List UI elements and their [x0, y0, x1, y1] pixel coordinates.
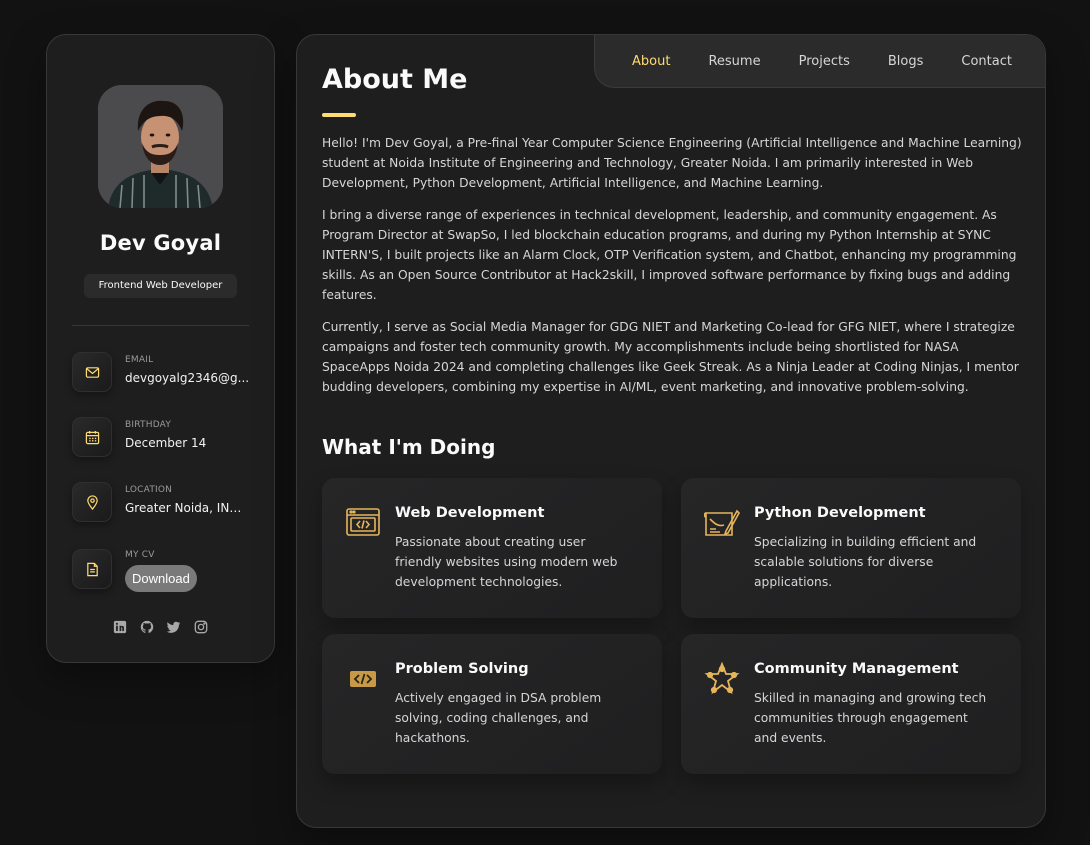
avatar-photo — [98, 85, 223, 208]
github-icon[interactable] — [140, 619, 154, 633]
service-title: Community Management — [754, 661, 959, 677]
main-content: About Resume Projects Blogs Contact Abou… — [296, 34, 1046, 828]
service-card-python-development: Python Development Specializing in build… — [681, 478, 1021, 618]
page-title: About Me — [322, 64, 468, 95]
social-links — [47, 619, 274, 634]
about-paragraph: I bring a diverse range of experiences i… — [322, 208, 1017, 302]
about-paragraph: Hello! I'm Dev Goyal, a Pre-final Year C… — [322, 136, 1022, 190]
contact-birthday: BIRTHDAY December 14 — [72, 417, 262, 463]
service-title: Web Development — [395, 505, 545, 521]
document-icon — [72, 549, 112, 589]
service-card-community-management: Community Management Skilled in managing… — [681, 634, 1021, 774]
profile-name: Dev Goyal — [99, 231, 222, 255]
instagram-icon[interactable] — [194, 619, 208, 634]
contact-birthday-value: December 14 — [125, 436, 207, 450]
about-text: Hello! I'm Dev Goyal, a Pre-final Year C… — [322, 133, 1024, 409]
contact-location-value: Greater Noida, INDIA — [125, 501, 250, 515]
code-tag-icon — [345, 661, 381, 697]
nav-projects[interactable]: Projects — [799, 54, 850, 69]
services-title: What I'm Doing — [322, 435, 496, 459]
location-pin-icon — [72, 482, 112, 522]
contact-location: LOCATION Greater Noida, INDIA — [72, 482, 262, 528]
service-title: Python Development — [754, 505, 926, 521]
contact-location-label: LOCATION — [125, 485, 173, 495]
contact-cv-label: MY CV — [125, 550, 155, 560]
contact-email-link[interactable]: devgoyalg2346@g... — [125, 371, 249, 385]
linkedin-icon[interactable] — [113, 619, 127, 634]
service-title: Problem Solving — [395, 661, 529, 677]
contact-birthday-label: BIRTHDAY — [125, 420, 172, 430]
sidebar-separator — [72, 325, 249, 326]
service-text: Skilled in managing and growing tech com… — [754, 691, 987, 745]
contact-email: EMAIL devgoyalg2346@g... — [72, 352, 262, 398]
top-navbar: About Resume Projects Blogs Contact — [594, 35, 1045, 88]
service-card-web-development: Web Development Passionate about creatin… — [322, 478, 662, 618]
service-text: Specializing in building efficient and s… — [754, 535, 977, 589]
design-pencil-icon — [703, 505, 740, 541]
twitter-icon[interactable] — [166, 619, 181, 633]
contact-cv: MY CV Download — [72, 549, 262, 595]
code-window-icon — [345, 505, 381, 541]
about-paragraph: Currently, I serve as Social Media Manag… — [322, 320, 1019, 394]
nav-resume[interactable]: Resume — [708, 54, 760, 69]
community-star-icon — [704, 661, 740, 697]
nav-about[interactable]: About — [632, 54, 670, 69]
mail-icon — [72, 352, 112, 392]
service-card-problem-solving: Problem Solving Actively engaged in DSA … — [322, 634, 662, 774]
avatar — [98, 85, 223, 208]
calendar-icon — [72, 417, 112, 457]
service-text: Actively engaged in DSA problem solving,… — [395, 691, 602, 745]
nav-blogs[interactable]: Blogs — [888, 54, 924, 69]
contact-email-label: EMAIL — [125, 355, 154, 365]
download-cv-button[interactable]: Download — [125, 565, 197, 592]
service-text: Passionate about creating user friendly … — [395, 535, 618, 589]
profile-sidebar: Dev Goyal Frontend Web Developer EMAIL d… — [46, 34, 275, 663]
title-underline — [322, 113, 356, 117]
nav-contact[interactable]: Contact — [961, 54, 1012, 69]
profile-title-badge: Frontend Web Developer — [84, 274, 237, 298]
